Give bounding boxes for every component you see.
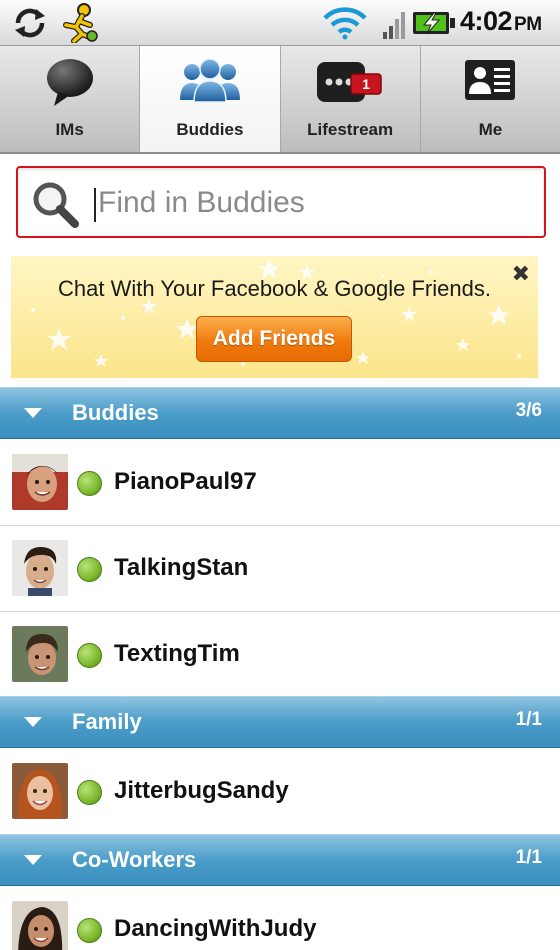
tab-me[interactable]: Me <box>421 46 560 152</box>
group-count: 1/1 <box>515 709 542 730</box>
tab-bar: IMs Buddies 1 Lifestream Me <box>0 46 560 154</box>
avatar <box>12 901 68 950</box>
group-header-co-workers[interactable]: Co-Workers 1/1 <box>0 834 560 886</box>
lifestream-icon: 1 <box>317 62 382 102</box>
buddy-name: TextingTim <box>114 640 240 667</box>
status-bar: 4:02 PM <box>0 0 560 46</box>
wifi-icon <box>323 7 367 40</box>
tab-buddies[interactable]: Buddies <box>140 46 281 152</box>
aim-runner-icon <box>63 3 98 43</box>
promo-text: Chat With Your Facebook & Google Friends… <box>58 276 491 301</box>
signal-icon <box>383 12 405 39</box>
buddies-group-icon <box>179 58 240 103</box>
group-header-family[interactable]: Family 1/1 <box>0 696 560 748</box>
tab-lifestream[interactable]: 1 Lifestream <box>281 46 421 152</box>
clock-time: 4:02 <box>460 6 513 36</box>
text-cursor <box>94 188 96 222</box>
group-header-buddies[interactable]: Buddies 3/6 <box>0 387 560 439</box>
add-friends-button[interactable]: Add Friends <box>196 316 352 362</box>
tab-label: Lifestream <box>307 120 394 139</box>
caret-down-icon <box>24 717 42 727</box>
sync-icon <box>15 8 45 38</box>
tab-ims[interactable]: IMs <box>0 46 141 152</box>
online-status-icon <box>77 780 102 805</box>
buddy-row[interactable]: TalkingStan <box>0 526 560 612</box>
tab-label: Me <box>478 120 503 139</box>
buddy-row[interactable]: JitterbugSandy <box>0 749 560 835</box>
group-name: Co-Workers <box>72 847 197 872</box>
buddy-row[interactable]: TextingTim <box>0 612 560 698</box>
buddy-row[interactable]: DancingWithJudy <box>0 887 560 950</box>
buddy-row[interactable]: PianoPaul97 <box>0 440 560 526</box>
battery-charging-icon <box>413 12 455 35</box>
search-input[interactable] <box>98 178 528 228</box>
avatar <box>12 626 68 682</box>
search-box <box>16 166 546 238</box>
buddy-name: JitterbugSandy <box>114 777 289 804</box>
online-status-icon <box>77 557 102 582</box>
online-status-icon <box>77 643 102 668</box>
tab-label: IMs <box>55 120 84 139</box>
caret-down-icon <box>24 855 42 865</box>
group-count: 1/1 <box>515 847 542 868</box>
lifestream-badge: 1 <box>362 76 370 92</box>
avatar <box>12 454 68 510</box>
speech-bubble-icon <box>46 59 93 106</box>
buddy-name: PianoPaul97 <box>114 468 257 495</box>
caret-down-icon <box>24 408 42 418</box>
avatar <box>12 763 68 819</box>
online-status-icon <box>77 918 102 943</box>
group-name: Buddies <box>72 400 159 425</box>
group-count: 3/6 <box>515 400 542 421</box>
avatar <box>12 540 68 596</box>
buddy-name: TalkingStan <box>114 554 249 581</box>
group-name: Family <box>72 709 142 734</box>
buddy-name: DancingWithJudy <box>114 915 317 942</box>
promo-banner: ✖ Chat With Your Facebook & Google Frien… <box>11 256 538 378</box>
profile-card-icon <box>465 60 516 100</box>
tab-label: Buddies <box>176 120 244 139</box>
clock: 4:02 PM <box>460 6 542 37</box>
clock-ampm: PM <box>514 14 542 35</box>
online-status-icon <box>77 471 102 496</box>
search-icon <box>33 182 79 228</box>
